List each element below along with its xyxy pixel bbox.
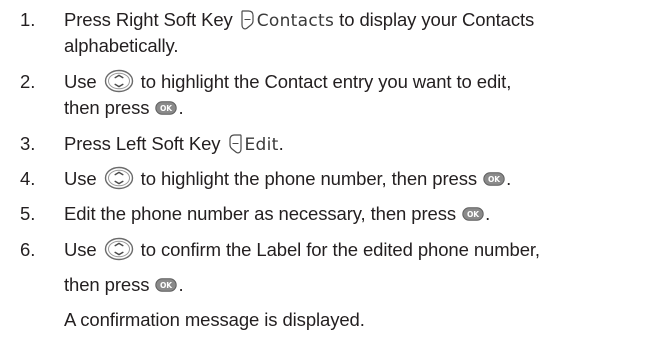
step-text-line: Use to highlight the Contact entry you w… (64, 69, 511, 95)
ok-key-icon (483, 172, 505, 186)
step-text: to highlight the Contact entry you want … (135, 71, 512, 92)
step-text: alphabetically. (64, 35, 179, 56)
step-text: Press Left Soft Key (64, 133, 226, 154)
step-text-line: Use to highlight the phone number, then … (64, 166, 511, 192)
step-text: then press (64, 274, 155, 295)
step-text: Edit the phone number as necessary, then… (64, 203, 462, 224)
step-2: 2. Use to highlight the Contact entry yo… (0, 69, 511, 121)
ok-key-icon (462, 207, 484, 221)
step-number: 2. (20, 71, 36, 92)
step-text: Use (64, 71, 102, 92)
step-1: 1. Press Right Soft Key Contacts to disp… (0, 7, 534, 59)
step-text: to highlight the phone number, then pres… (135, 168, 483, 189)
left-soft-key-icon (228, 133, 243, 154)
softkey-label-contacts: Contacts (256, 11, 335, 31)
step-number: 6. (20, 239, 36, 260)
step-text: . (485, 203, 491, 224)
step-text: . (178, 274, 184, 295)
step-text: . (178, 97, 184, 118)
step-6: 6. Use to confirm the Label for the edit… (0, 237, 540, 333)
step-number: 5. (20, 203, 36, 224)
step-text-line: alphabetically. (64, 33, 534, 59)
step-text: Use (64, 239, 102, 260)
step-text-line: Use to confirm the Label for the edited … (64, 237, 540, 263)
ok-key-icon (155, 278, 177, 292)
softkey-label-edit: Edit (244, 135, 279, 155)
step-text: to confirm the Label for the edited phon… (135, 239, 540, 260)
step-text-line: Press Left Soft Key Edit. (64, 131, 284, 157)
step-text-line: then press . (64, 95, 511, 121)
step-text: Press Right Soft Key (64, 9, 238, 30)
step-5: 5. Edit the phone number as necessary, t… (0, 201, 490, 227)
step-number: 1. (20, 9, 36, 30)
step-text: Use (64, 168, 102, 189)
right-soft-key-icon (240, 9, 255, 30)
confirmation-note: A confirmation message is displayed. (64, 307, 540, 333)
step-text-line: then press . (64, 272, 540, 298)
navigation-key-icon (104, 69, 134, 93)
step-number: 4. (20, 168, 36, 189)
step-text: . (278, 133, 284, 154)
navigation-key-icon (104, 166, 134, 190)
ok-key-icon (155, 101, 177, 115)
step-text-line: Edit the phone number as necessary, then… (64, 201, 490, 227)
step-number: 3. (20, 133, 36, 154)
step-text: to display your Contacts (334, 9, 535, 30)
step-text: then press (64, 97, 155, 118)
step-text: A confirmation message is displayed. (64, 309, 365, 330)
navigation-key-icon (104, 237, 134, 261)
step-4: 4. Use to highlight the phone number, th… (0, 166, 511, 192)
step-3: 3. Press Left Soft Key Edit. (0, 131, 284, 157)
step-text-line: Press Right Soft Key Contacts to display… (64, 7, 534, 33)
step-text: . (506, 168, 512, 189)
